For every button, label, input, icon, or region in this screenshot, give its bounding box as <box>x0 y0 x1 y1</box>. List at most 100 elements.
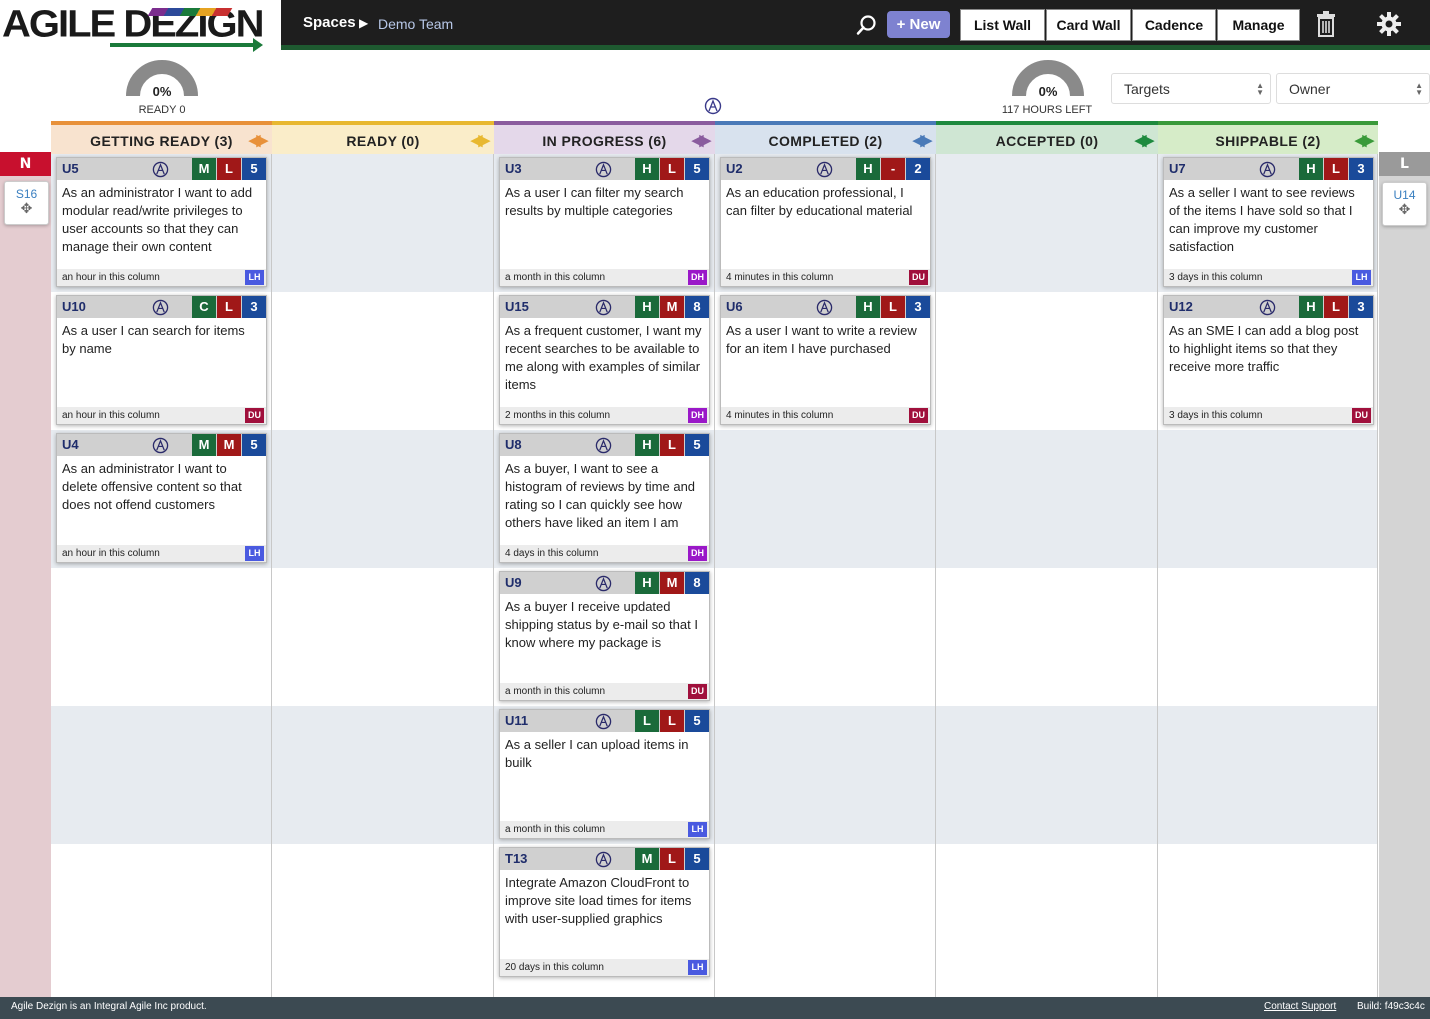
owner-avatar[interactable]: DU <box>1352 408 1371 423</box>
owner-avatar[interactable]: DU <box>688 684 707 699</box>
column-header-ready[interactable]: READY (0) ◀▶ <box>272 121 494 154</box>
owner-avatar[interactable]: DU <box>909 408 928 423</box>
card-id[interactable]: U6 <box>726 299 743 314</box>
expand-column-icon[interactable]: ◀▶ <box>692 131 711 149</box>
card-id[interactable]: U4 <box>62 437 79 452</box>
column-header-completed[interactable]: COMPLETED (2) ◀▶ <box>715 121 936 154</box>
search-icon[interactable] <box>856 14 878 36</box>
story-card-u12[interactable]: U12 H L 3 As an SME I can add a blog post to… <box>1163 295 1374 425</box>
owner-avatar[interactable]: LH <box>688 822 707 837</box>
story-card-u9[interactable]: U9 H M 8 As a buyer I receive updated shippi… <box>499 571 710 701</box>
owner-avatar[interactable]: LH <box>688 960 707 975</box>
agile-a-icon[interactable] <box>595 437 612 454</box>
card-id[interactable]: T13 <box>505 851 527 866</box>
priority-badge[interactable]: M <box>192 158 216 180</box>
story-card-u15[interactable]: U15 H M 8 As a frequent customer, I want my … <box>499 295 710 425</box>
risk-badge[interactable]: M <box>660 296 684 318</box>
priority-badge[interactable]: C <box>192 296 216 318</box>
minicard-s16[interactable]: S16 ✥ <box>4 181 49 225</box>
new-item-button[interactable]: + New <box>887 11 950 38</box>
size-badge[interactable]: 3 <box>1349 158 1373 180</box>
priority-badge[interactable]: H <box>635 572 659 594</box>
card-id[interactable]: U2 <box>726 161 743 176</box>
list-wall-button[interactable]: List Wall <box>960 9 1045 41</box>
priority-badge[interactable]: H <box>1299 296 1323 318</box>
card-id[interactable]: U7 <box>1169 161 1186 176</box>
priority-badge[interactable]: H <box>856 296 880 318</box>
agile-a-icon[interactable] <box>1259 299 1276 316</box>
size-badge[interactable]: 3 <box>242 296 266 318</box>
card-id[interactable]: U3 <box>505 161 522 176</box>
owner-avatar[interactable]: LH <box>245 546 264 561</box>
owner-avatar[interactable]: DH <box>688 546 707 561</box>
size-badge[interactable]: 5 <box>242 434 266 456</box>
owner-avatar[interactable]: DU <box>245 408 264 423</box>
targets-select[interactable]: Targets ▲ ▼ <box>1111 73 1271 104</box>
move-icon[interactable]: ✥ <box>1383 203 1426 217</box>
story-card-u6[interactable]: U6 H L 3 As a user I want to write a review … <box>720 295 931 425</box>
priority-badge[interactable]: H <box>635 158 659 180</box>
risk-badge[interactable]: M <box>660 572 684 594</box>
card-id[interactable]: U8 <box>505 437 522 452</box>
expand-column-icon[interactable]: ◀▶ <box>1355 131 1374 149</box>
risk-badge[interactable]: L <box>1324 296 1348 318</box>
story-card-u3[interactable]: U3 H L 5 As a user I can filter my search re… <box>499 157 710 287</box>
story-card-u11[interactable]: U11 L L 5 As a seller I can upload items in … <box>499 709 710 839</box>
story-card-u5[interactable]: U5 M L 5 As an administrator I want to add m… <box>56 157 267 287</box>
agile-a-icon[interactable] <box>595 575 612 592</box>
agile-a-icon[interactable] <box>152 161 169 178</box>
size-badge[interactable]: 3 <box>1349 296 1373 318</box>
risk-badge[interactable]: L <box>660 158 684 180</box>
left-lane-header[interactable]: N <box>0 152 51 176</box>
risk-badge[interactable]: L <box>217 296 241 318</box>
expand-column-icon[interactable]: ◀▶ <box>249 131 268 149</box>
manage-button[interactable]: Manage <box>1217 9 1300 41</box>
agile-a-icon[interactable] <box>152 299 169 316</box>
card-id[interactable]: U5 <box>62 161 79 176</box>
minicard-u14[interactable]: U14 ✥ <box>1382 182 1427 226</box>
card-id[interactable]: U12 <box>1169 299 1193 314</box>
priority-badge[interactable]: H <box>635 296 659 318</box>
story-card-u4[interactable]: U4 M M 5 As an administrator I want to delet… <box>56 433 267 563</box>
agile-a-icon[interactable] <box>595 713 612 730</box>
story-card-u7[interactable]: U7 H L 3 As a seller I want to see reviews o… <box>1163 157 1374 287</box>
risk-badge[interactable]: L <box>217 158 241 180</box>
agile-dezign-logo[interactable]: AGILE DEZIGN <box>0 0 281 52</box>
contact-support-link[interactable]: Contact Support <box>1264 1001 1336 1012</box>
risk-badge[interactable]: - <box>881 158 905 180</box>
story-card-u8[interactable]: U8 H L 5 As a buyer, I want to see a histogr… <box>499 433 710 563</box>
card-id[interactable]: U9 <box>505 575 522 590</box>
size-badge[interactable]: 2 <box>906 158 930 180</box>
cadence-button[interactable]: Cadence <box>1132 9 1216 41</box>
agile-a-icon[interactable] <box>152 437 169 454</box>
size-badge[interactable]: 5 <box>685 158 709 180</box>
priority-badge[interactable]: H <box>856 158 880 180</box>
agile-a-icon[interactable] <box>595 299 612 316</box>
size-badge[interactable]: 3 <box>906 296 930 318</box>
card-id[interactable]: U10 <box>62 299 86 314</box>
risk-badge[interactable]: L <box>660 434 684 456</box>
expand-column-icon[interactable]: ◀▶ <box>913 131 932 149</box>
size-badge[interactable]: 8 <box>685 296 709 318</box>
column-header-getting-ready[interactable]: GETTING READY (3) ◀▶ <box>51 121 272 154</box>
card-id[interactable]: U15 <box>505 299 529 314</box>
risk-badge[interactable]: L <box>660 710 684 732</box>
size-badge[interactable]: 8 <box>685 572 709 594</box>
column-header-accepted[interactable]: ACCEPTED (0) ◀▶ <box>936 121 1158 154</box>
priority-badge[interactable]: H <box>1299 158 1323 180</box>
move-icon[interactable]: ✥ <box>5 202 48 216</box>
owner-avatar[interactable]: DU <box>909 270 928 285</box>
story-card-u2[interactable]: U2 H -2 As an education professional, I can… <box>720 157 931 287</box>
owner-avatar[interactable]: LH <box>1352 270 1371 285</box>
risk-badge[interactable]: M <box>217 434 241 456</box>
risk-badge[interactable]: L <box>1324 158 1348 180</box>
column-header-in-progress[interactable]: IN PROGRESS (6) ◀▶ <box>494 121 715 154</box>
owner-avatar[interactable]: LH <box>245 270 264 285</box>
breadcrumb-spaces[interactable]: Spaces <box>303 14 356 31</box>
size-badge[interactable]: 5 <box>685 434 709 456</box>
priority-badge[interactable]: M <box>635 848 659 870</box>
expand-column-icon[interactable]: ◀▶ <box>1135 131 1154 149</box>
size-badge[interactable]: 5 <box>685 710 709 732</box>
priority-badge[interactable]: H <box>635 434 659 456</box>
expand-column-icon[interactable]: ◀▶ <box>471 131 490 149</box>
